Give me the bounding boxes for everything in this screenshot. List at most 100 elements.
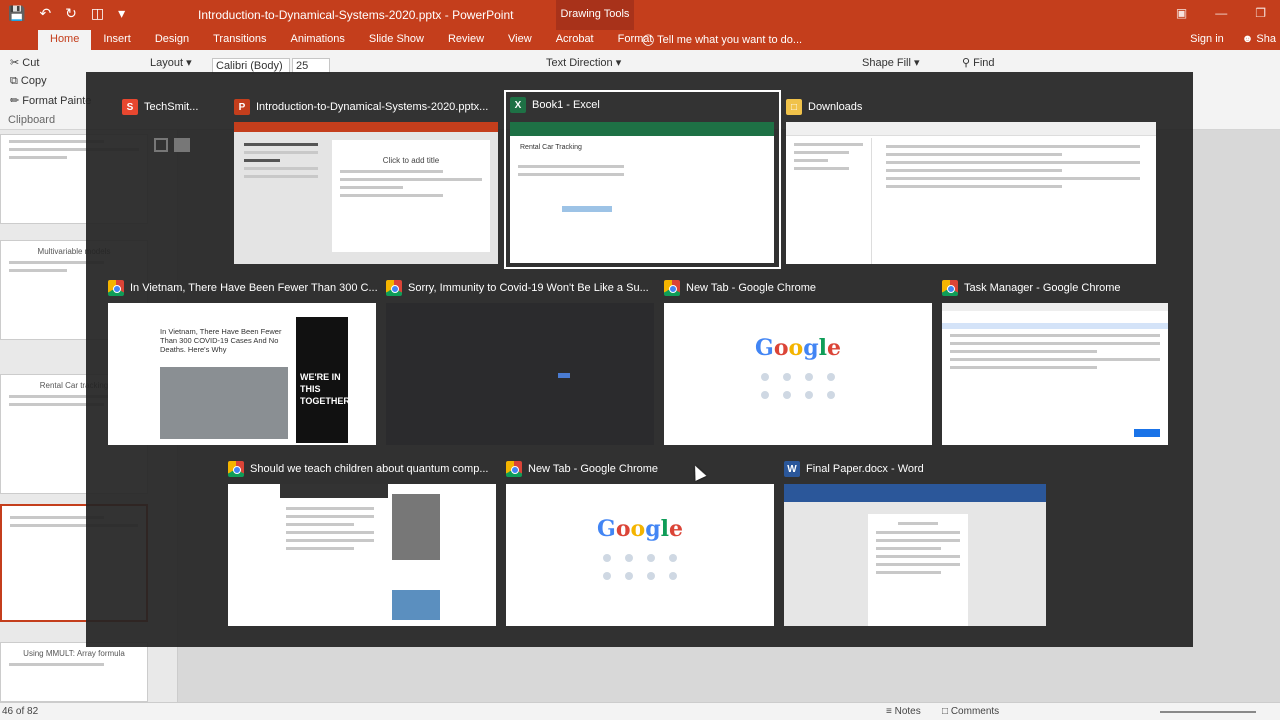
tab-animations[interactable]: Animations (279, 30, 357, 50)
preview-ribbon (784, 484, 1046, 502)
format-painter-button[interactable]: ✏ Format Painte (10, 94, 91, 107)
chrome-icon (228, 461, 244, 477)
tab-transitions[interactable]: Transitions (201, 30, 278, 50)
ribbon-display-options-icon[interactable]: ▣ (1176, 6, 1187, 20)
preview-article (278, 502, 382, 555)
person-icon: ☻ (1241, 33, 1257, 45)
preview-line (886, 161, 1140, 164)
save-icon[interactable]: 💾 (8, 5, 25, 22)
window-preview: Click to add title (234, 122, 498, 264)
preview-file-list (878, 140, 1148, 193)
notes-button[interactable]: ≡ Notes (886, 706, 921, 717)
tab-acrobat[interactable]: Acrobat (544, 30, 606, 50)
window-title: Downloads (808, 101, 863, 113)
folder-icon: □ (786, 99, 802, 115)
comments-label: Comments (950, 706, 1000, 717)
thumb-text-line (9, 156, 68, 159)
share-label: Sha (1256, 33, 1276, 45)
thumb-text-line (9, 663, 104, 666)
slide-thumbnail[interactable]: Using MMULT: Array formula (0, 642, 148, 702)
tab-design[interactable]: Design (143, 30, 201, 50)
window-header: New Tab - Google Chrome (506, 456, 776, 482)
minimize-icon[interactable]: — (1215, 6, 1227, 20)
tab-file[interactable] (14, 30, 38, 50)
tell-me-text: Tell me what you want to do... (657, 34, 803, 46)
lightbulb-icon: ◯ (642, 34, 655, 46)
layout-dropdown[interactable]: Layout ▾ (150, 56, 192, 69)
preview-selected-cells (562, 206, 612, 212)
preview-line (886, 177, 1140, 180)
window-title: Task Manager - Google Chrome (964, 282, 1121, 294)
preview-line (340, 194, 443, 197)
find-button[interactable]: ⚲ Find (962, 56, 995, 69)
window-title: Should we teach children about quantum c… (250, 463, 489, 475)
preview-ribbon (510, 122, 774, 136)
quick-access-toolbar: 💾 ↶ ↻ ◫ ▾ (8, 5, 125, 22)
comment-icon: □ (942, 706, 951, 717)
preview-line (286, 523, 354, 526)
maximize-icon[interactable]: ❐ (1255, 6, 1266, 20)
text-direction-button[interactable]: Text Direction ▾ (546, 56, 621, 69)
sign-in-link[interactable]: Sign in (1190, 33, 1224, 45)
preview-line (518, 165, 624, 168)
window-preview: Google (506, 484, 774, 626)
window-preview (228, 484, 496, 626)
preview-photo (160, 367, 288, 439)
shortcut-tiles (664, 373, 932, 399)
copy-label: Copy (20, 75, 47, 87)
window-title: Introduction-to-Dynamical-Systems-2020.p… (256, 101, 489, 113)
window-title: Sorry, Immunity to Covid-19 Won't Be Lik… (408, 282, 649, 294)
find-label: Find (973, 57, 995, 69)
tab-slide-show[interactable]: Slide Show (357, 30, 436, 50)
tab-review[interactable]: Review (436, 30, 496, 50)
switcher-window-techsmith[interactable]: S TechSmit... (122, 94, 226, 264)
tab-insert[interactable]: Insert (91, 30, 143, 50)
window-header: Sorry, Immunity to Covid-19 Won't Be Lik… (386, 275, 656, 301)
switcher-window-powerpoint[interactable]: P Introduction-to-Dynamical-Systems-2020… (234, 94, 498, 264)
tab-home[interactable]: Home (38, 30, 92, 50)
switcher-window-chrome-newtab-1[interactable]: New Tab - Google Chrome Google (664, 275, 934, 445)
switcher-window-chrome-newtab-2[interactable]: New Tab - Google Chrome Google (506, 456, 776, 626)
shape-fill-button[interactable]: Shape Fill ▾ (862, 56, 920, 69)
window-preview (784, 484, 1046, 626)
preview-side-photo (392, 590, 440, 620)
copy-icon: ⧉ (10, 75, 21, 87)
preview-line (876, 531, 960, 534)
format-painter-label: Format Painte (22, 95, 92, 107)
cut-button[interactable]: ✂ Cut (10, 56, 39, 69)
preview-headline: In Vietnam, There Have Been Fewer Than 3… (160, 327, 282, 354)
copy-button[interactable]: ⧉ Copy (10, 75, 47, 88)
preview-line (950, 342, 1160, 345)
preview-side-ad (392, 494, 440, 560)
tell-me-box[interactable]: ◯ Tell me what you want to do... (642, 33, 802, 46)
zoom-slider[interactable] (1160, 711, 1256, 713)
window-preview: Rental Car Tracking (510, 122, 774, 263)
switcher-window-task-manager[interactable]: Task Manager - Google Chrome (942, 275, 1172, 445)
switcher-window-excel[interactable]: X Book1 - Excel Rental Car Tracking (504, 90, 781, 269)
status-bar: 46 of 82 ≡ Notes □ Comments (0, 702, 1280, 720)
start-slideshow-icon[interactable]: ◫ (91, 5, 104, 22)
preview-header-row (942, 303, 1168, 311)
redo-icon[interactable]: ↻ (65, 5, 77, 22)
switcher-window-word[interactable]: W Final Paper.docx - Word (784, 456, 1048, 626)
window-preview (154, 138, 194, 158)
google-doodle: Google (597, 516, 683, 542)
shortcut-tiles (506, 554, 774, 580)
switcher-window-downloads[interactable]: □ Downloads (786, 94, 1158, 264)
window-title: Book1 - Excel (532, 99, 600, 111)
camera-icon (174, 138, 190, 152)
switcher-window-chrome-quantum[interactable]: Should we teach children about quantum c… (228, 456, 498, 626)
preview-line (518, 173, 624, 176)
window-header: P Introduction-to-Dynamical-Systems-2020… (234, 94, 498, 120)
undo-icon[interactable]: ↶ (39, 5, 51, 22)
customize-qat-icon[interactable]: ▾ (118, 5, 125, 22)
preview-line (244, 175, 318, 178)
switcher-window-chrome-immunity[interactable]: Sorry, Immunity to Covid-19 Won't Be Lik… (386, 275, 656, 445)
window-preview: In Vietnam, There Have Been Fewer Than 3… (108, 303, 376, 445)
tab-view[interactable]: View (496, 30, 544, 50)
comments-button[interactable]: □ Comments (942, 706, 999, 717)
switcher-window-chrome-vietnam[interactable]: In Vietnam, There Have Been Fewer Than 3… (108, 275, 378, 445)
preview-slide-title: Click to add title (382, 156, 440, 165)
preview-line (340, 186, 404, 189)
share-button[interactable]: ☻ Sha (1242, 33, 1276, 45)
